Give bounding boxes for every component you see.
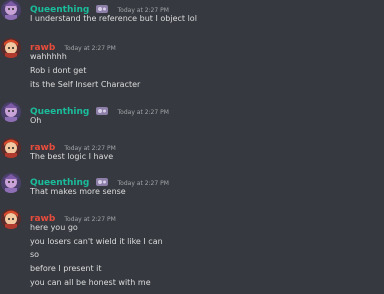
message-text: wahhhhh [30, 52, 67, 61]
message-header: Queenthing Today at 2:27 PM [30, 102, 169, 117]
message-text: you can all be honest with me [30, 278, 151, 287]
message-header: Queenthing Today at 2:27 PM [30, 173, 169, 188]
message-text: Oh [30, 116, 42, 125]
message-text: so [30, 250, 40, 259]
queenthing-avatar[interactable] [1, 0, 21, 20]
message-text: before I present it [30, 264, 102, 273]
message-text: Rob i dont get [30, 66, 87, 75]
message-header: Queenthing Today at 2:27 PM [30, 0, 169, 15]
message-header: rawb Today at 2:27 PM [30, 38, 116, 53]
message-text: here you go [30, 223, 78, 232]
message-header: rawb Today at 2:27 PM [30, 138, 116, 153]
game-badge-icon [96, 103, 109, 115]
message-text: The best logic I have [30, 152, 114, 161]
message-text: I understand the reference but I object … [30, 14, 197, 23]
game-badge-icon [96, 1, 109, 13]
message-text: its the Self Insert Character [30, 80, 141, 89]
message-text: That makes more sense [30, 187, 126, 196]
message-text: you losers can't wield it like I can [30, 237, 163, 246]
timestamp: Today at 2:27 PM [117, 109, 169, 116]
rawb-avatar[interactable] [1, 209, 21, 229]
queenthing-avatar[interactable] [1, 102, 21, 122]
rawb-avatar[interactable] [1, 138, 21, 158]
queenthing-avatar[interactable] [1, 173, 21, 193]
message-header: rawb Today at 2:27 PM [30, 209, 116, 224]
rawb-avatar[interactable] [1, 38, 21, 58]
timestamp: Today at 2:27 PM [64, 45, 116, 52]
game-badge-icon [96, 174, 109, 186]
